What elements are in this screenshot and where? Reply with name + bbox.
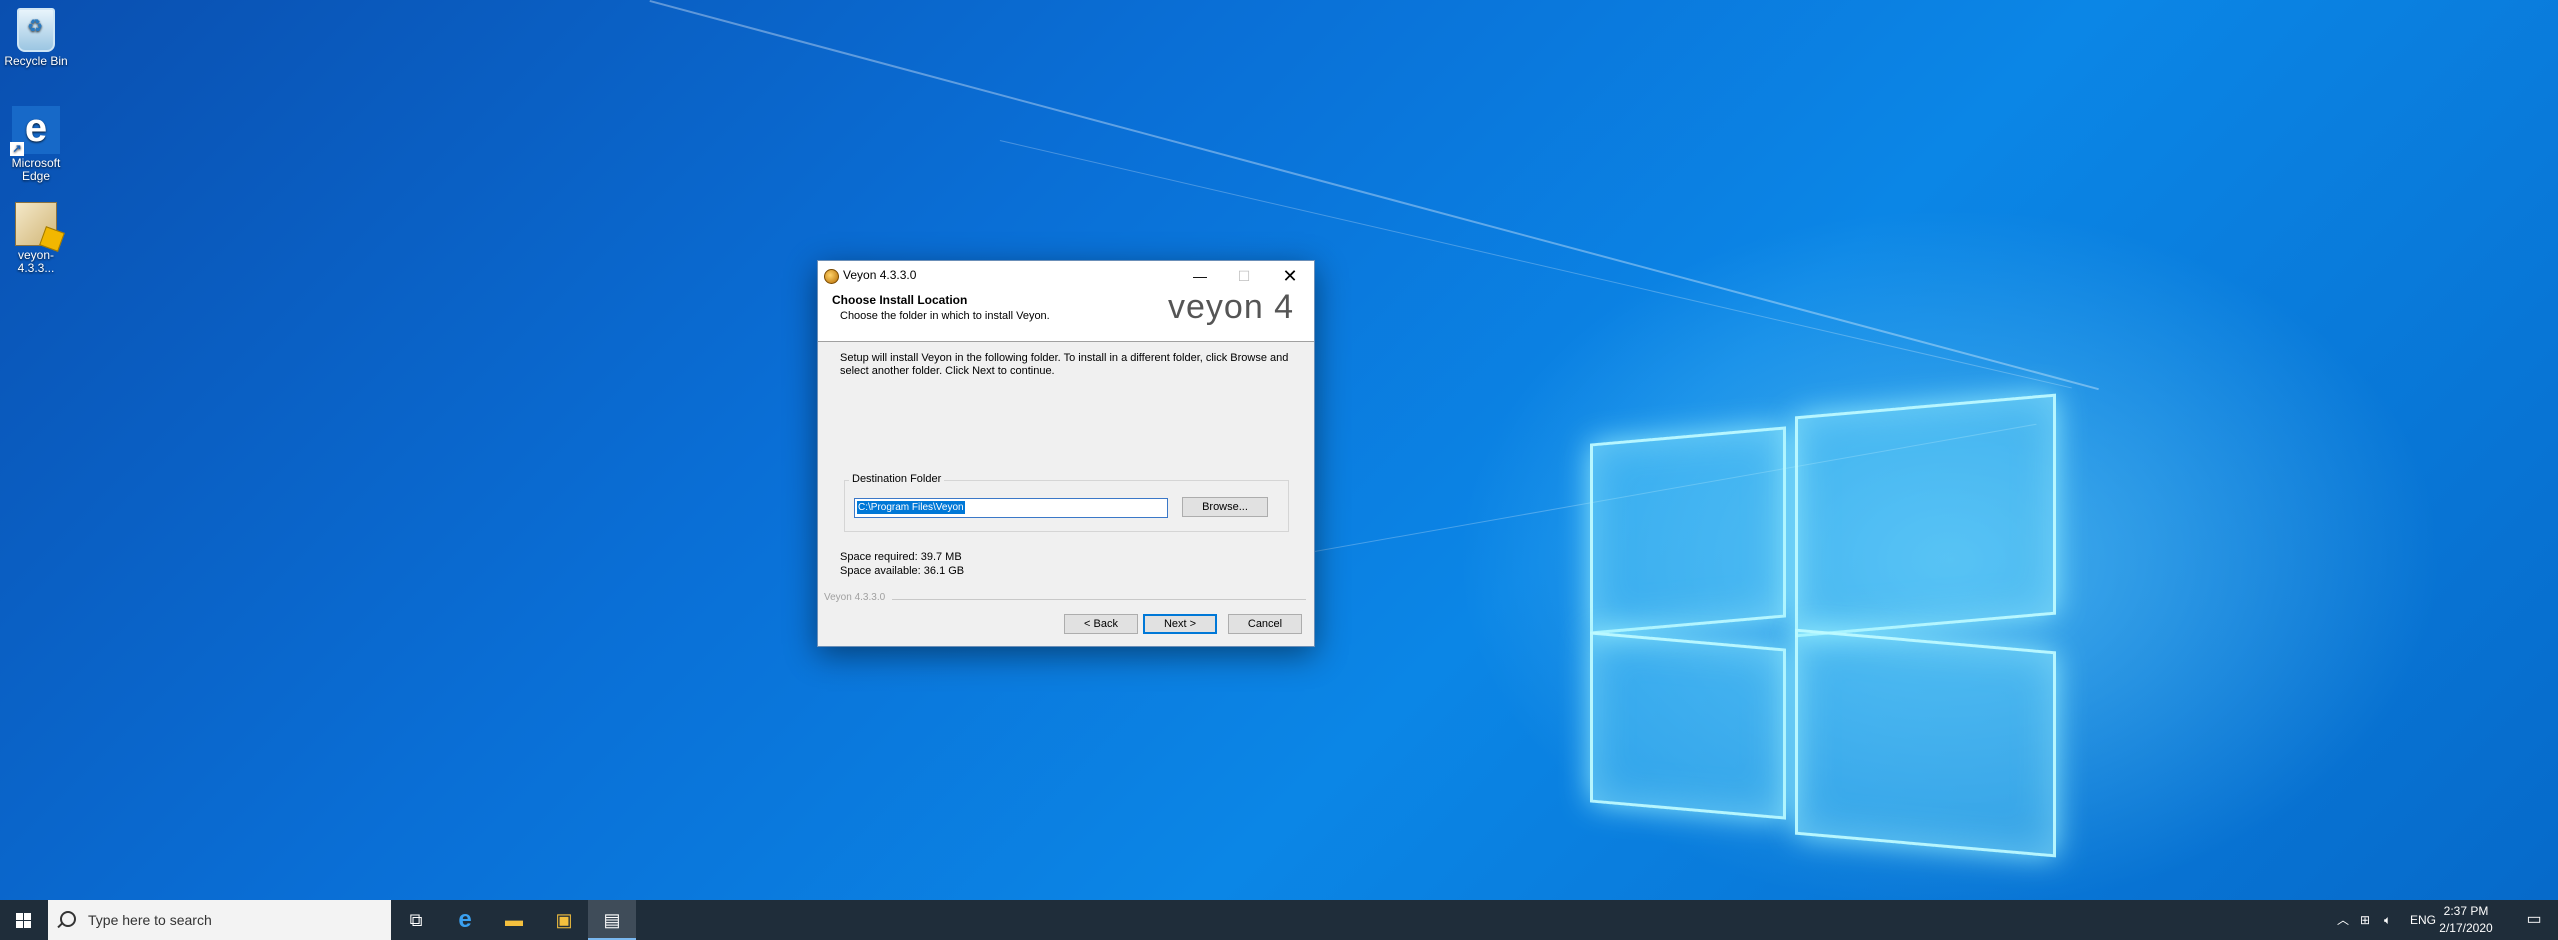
desktop-icon-edge[interactable]: e ↗ Microsoft Edge [0, 106, 72, 183]
browse-button[interactable]: Browse... [1182, 497, 1268, 517]
destination-path-text: C:\Program Files\Veyon [857, 501, 965, 514]
maximize-button[interactable]: ☐ [1222, 261, 1266, 291]
veyon-app-icon [824, 269, 839, 284]
destination-path-input[interactable]: C:\Program Files\Veyon [854, 498, 1168, 518]
minimize-button[interactable]: — [1178, 261, 1222, 291]
veyon-logo: veyon 4 [1168, 288, 1295, 326]
clock-time: 2:37 PM [2443, 904, 2489, 918]
destination-folder-group: Destination Folder C:\Program Files\Veyo… [844, 473, 1289, 532]
wizard-body: Setup will install Veyon in the followin… [818, 342, 1314, 645]
recycle-bin-icon [17, 8, 55, 52]
desktop-icon-recycle-bin[interactable]: Recycle Bin [0, 8, 72, 68]
desktop-icon-label: veyon-4.3.3... [17, 248, 55, 275]
veyon-setup-taskbar-icon[interactable]: ▤ [588, 900, 636, 940]
page-subtitle: Choose the folder in which to install Ve… [840, 310, 1050, 322]
search-icon [60, 911, 76, 927]
action-center-icon[interactable]: ▭ [2514, 900, 2554, 940]
taskbar-search-box[interactable]: Type here to search [48, 900, 391, 940]
start-button[interactable] [0, 900, 48, 940]
next-button[interactable]: Next > [1143, 614, 1217, 634]
desktop-icon-veyon-installer[interactable]: veyon-4.3.3... [0, 202, 72, 275]
window-title: Veyon 4.3.3.0 [843, 268, 917, 282]
taskbar: Type here to search ⧉ e ▬ ▣ ▤ ︿ ⊞ 🔈︎ ENG… [0, 900, 2558, 940]
title-bar[interactable]: Veyon 4.3.3.0 — ☐ ✕ [818, 261, 1314, 291]
windows-wallpaper-logo [1590, 393, 2060, 875]
back-button[interactable]: < Back [1064, 614, 1138, 634]
cancel-button[interactable]: Cancel [1228, 614, 1302, 634]
space-available: Space available: 36.1 GB [840, 565, 965, 577]
show-hidden-icons-chevron-icon[interactable]: ︿ [2337, 900, 2349, 940]
intro-text: Setup will install Veyon in the followin… [840, 352, 1289, 377]
wizard-header: Choose Install Location Choose the folde… [818, 288, 1314, 342]
language-indicator[interactable]: ENG [2410, 900, 2436, 940]
desktop-icon-label: Microsoft Edge [11, 156, 61, 183]
search-placeholder: Type here to search [88, 912, 212, 928]
destination-folder-legend: Destination Folder [849, 473, 945, 485]
volume-icon[interactable]: 🔈︎ [2384, 900, 2391, 940]
clock[interactable]: 2:37 PM 2/17/2020 [2436, 903, 2496, 937]
footer-version-label: Veyon 4.3.3.0 [824, 592, 886, 603]
clock-date: 2/17/2020 [2439, 921, 2493, 935]
windows-icon [16, 913, 23, 920]
space-required: Space required: 39.7 MB [840, 551, 962, 563]
edge-taskbar-icon[interactable]: e [441, 900, 489, 940]
installer-icon [15, 202, 57, 246]
edge-icon: e ↗ [10, 106, 60, 156]
network-icon[interactable]: ⊞ [2360, 900, 2370, 940]
file-explorer-icon[interactable]: ▬ [490, 900, 538, 940]
desktop-icon-label: Recycle Bin [4, 54, 68, 68]
close-button[interactable]: ✕ [1268, 261, 1312, 291]
page-title: Choose Install Location [832, 293, 968, 307]
store-icon[interactable]: ▣ [540, 900, 588, 940]
installer-window: Veyon 4.3.3.0 — ☐ ✕ Choose Install Locat… [817, 260, 1315, 647]
footer-divider [892, 599, 1306, 600]
task-view-icon[interactable]: ⧉ [392, 900, 440, 940]
